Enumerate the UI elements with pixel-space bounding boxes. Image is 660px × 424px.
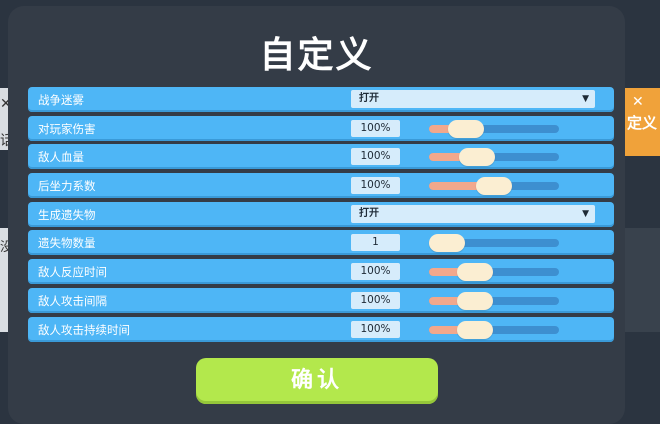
custom-settings-dialog: 自定义 战争迷雾 打开 ▼ 对玩家伤害 100% 敌人血量 100% 后坐力系数 100% 生成遗… [8,6,625,424]
dialog-title: 自定义 [259,35,374,76]
setting-label: 遗失物数量 [38,236,96,251]
setting-value-field[interactable]: 100% [351,148,400,166]
setting-value-field[interactable]: 100% [351,320,400,338]
slider-handle[interactable] [459,148,496,167]
setting-row: 生成遗失物 打开 ▼ [28,201,614,227]
setting-label: 后坐力系数 [38,179,96,194]
setting-dropdown[interactable]: 打开 ▼ [351,90,595,108]
setting-value-field[interactable]: 100% [351,263,400,281]
setting-slider[interactable] [429,263,559,282]
confirm-button[interactable]: 确认 [196,358,438,404]
setting-label: 敌人反应时间 [38,265,107,280]
setting-row: 敌人血量 100% [28,144,614,170]
setting-value-field[interactable]: 100% [351,119,400,137]
setting-value-field[interactable]: 100% [351,177,400,195]
dropdown-value: 打开 [359,93,379,104]
setting-label: 敌人攻击持续时间 [38,322,130,337]
setting-row: 敌人攻击持续时间 100% [28,316,614,342]
setting-label: 战争迷雾 [38,93,84,107]
slider-handle[interactable] [457,263,494,282]
dropdown-value: 打开 [359,207,379,219]
slider-handle[interactable] [447,119,484,138]
setting-slider[interactable] [429,234,559,253]
slider-handle[interactable] [457,291,494,310]
setting-row: 敌人反应时间 100% [28,259,614,285]
setting-row: 遗失物数量 1 [28,230,614,256]
slider-handle[interactable] [457,320,494,339]
setting-value-field[interactable]: 1 [351,234,400,252]
setting-row: 对玩家伤害 100% [28,115,614,141]
setting-label: 敌人血量 [38,150,84,165]
setting-dropdown[interactable]: 打开 ▼ [351,204,595,223]
background-tab-custom-text: 定义 [627,114,658,132]
chevron-down-icon: ▼ [582,94,589,104]
setting-slider[interactable] [429,320,559,339]
slider-handle[interactable] [429,234,465,253]
setting-label: 敌人攻击间隔 [38,293,107,308]
setting-slider[interactable] [429,177,559,196]
background-tools-icon: ✕ [632,94,644,110]
setting-value-field[interactable]: 100% [351,291,400,309]
setting-label: 对玩家伤害 [38,121,96,136]
setting-row: 后坐力系数 100% [28,173,614,199]
setting-slider[interactable] [429,148,559,167]
setting-slider[interactable] [429,291,559,310]
setting-label: 生成遗失物 [38,207,96,222]
settings-list: 战争迷雾 打开 ▼ 对玩家伤害 100% 敌人血量 100% 后坐力系数 100% 生成遗失物 打开… [28,87,614,345]
setting-row: 战争迷雾 打开 ▼ [28,87,614,112]
slider-handle[interactable] [476,177,512,196]
setting-slider[interactable] [429,119,559,138]
background-panel-right-2 [622,228,660,332]
setting-row: 敌人攻击间隔 100% [28,287,614,313]
chevron-down-icon: ▼ [582,208,589,219]
